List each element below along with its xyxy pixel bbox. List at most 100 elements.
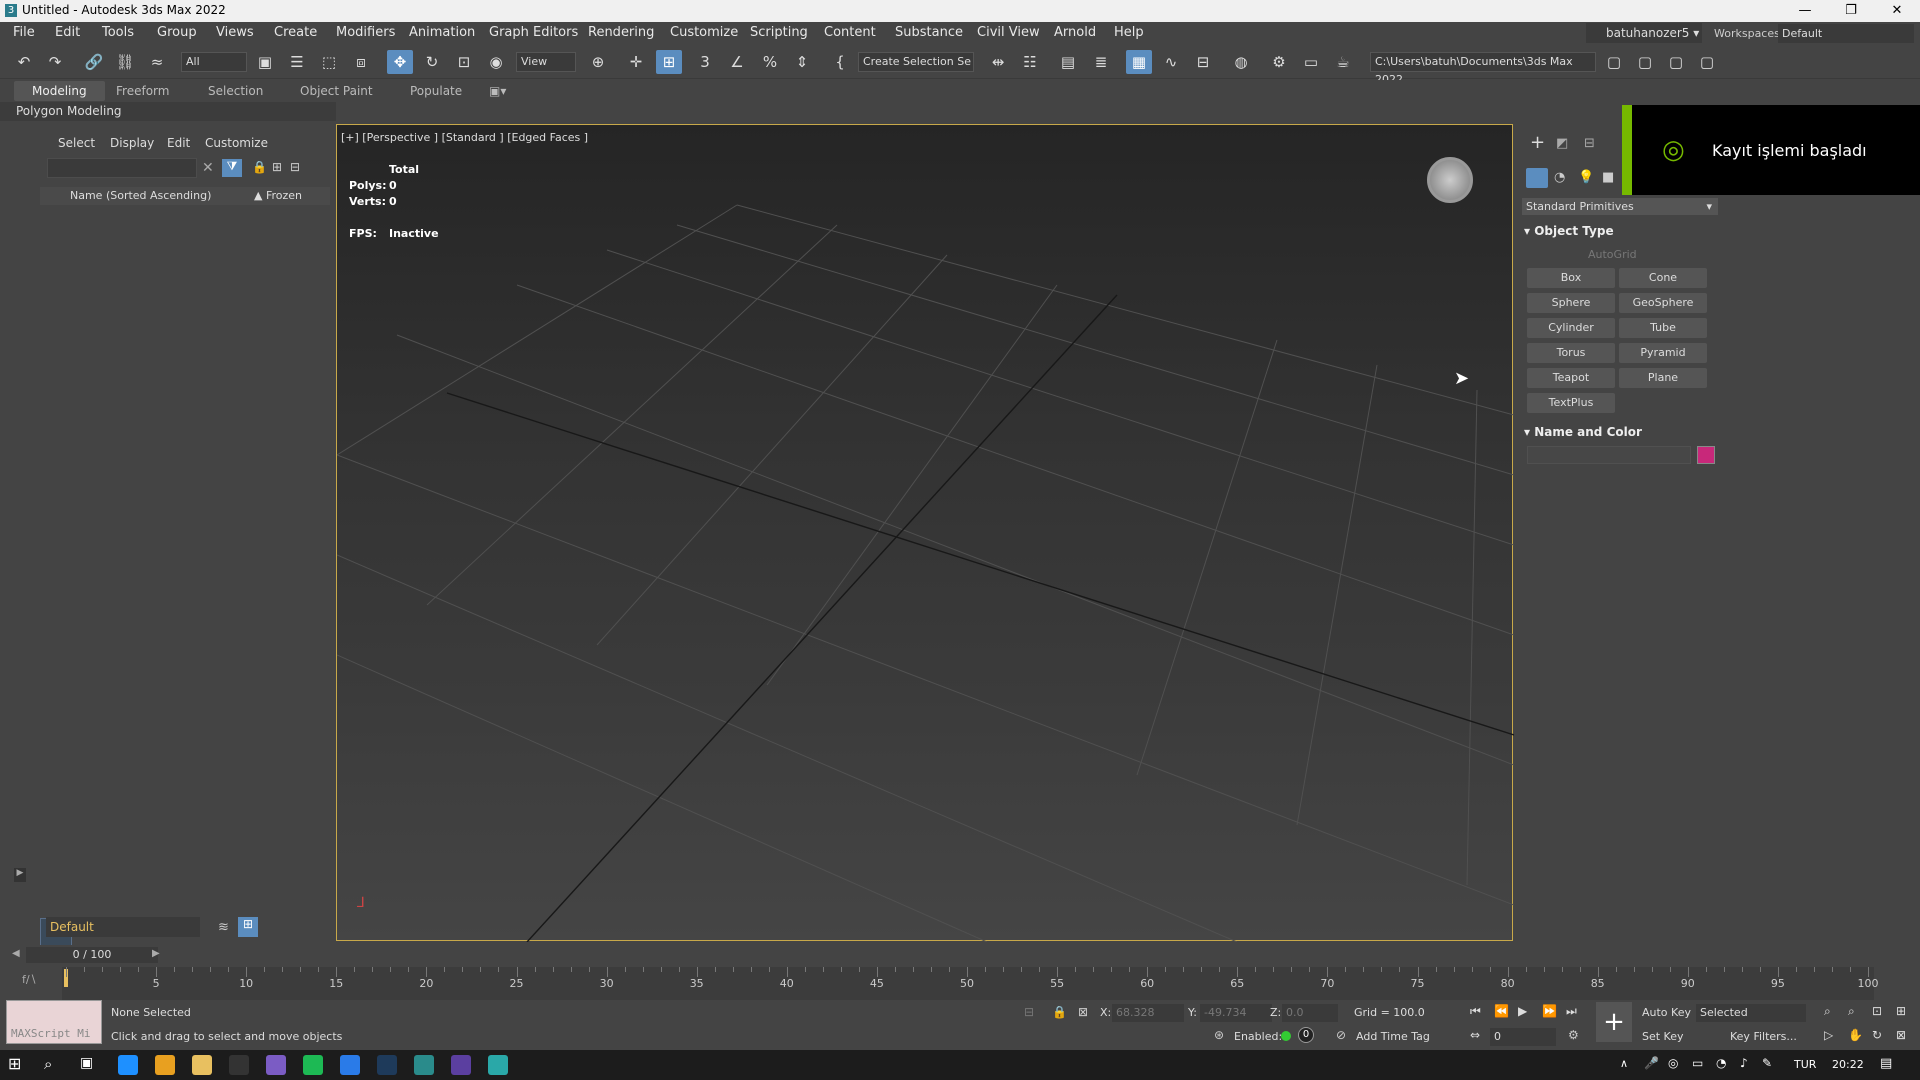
- zoom-extents-icon[interactable]: ⊡: [1872, 1004, 1882, 1018]
- menu-tools[interactable]: Tools: [102, 25, 134, 40]
- shapes-category-icon[interactable]: ◔: [1554, 170, 1565, 185]
- battery-icon[interactable]: ▭: [1692, 1056, 1703, 1070]
- rendered-frame-window-icon[interactable]: ▭: [1298, 50, 1324, 74]
- select-place-icon[interactable]: ◉: [483, 50, 509, 74]
- pan-icon[interactable]: ✋: [1848, 1028, 1863, 1042]
- toggle-ribbon-icon[interactable]: ▦: [1126, 50, 1152, 74]
- prev-key-icon[interactable]: ⏪: [1494, 1004, 1509, 1018]
- scene-menu-customize[interactable]: Customize: [205, 136, 268, 150]
- chrome-icon[interactable]: [155, 1055, 175, 1075]
- set-key-button[interactable]: Set Key: [1642, 1030, 1684, 1043]
- input-language[interactable]: TUR: [1794, 1058, 1816, 1071]
- tray-chevron-icon[interactable]: ∧: [1620, 1057, 1628, 1070]
- snaps-toggle-icon[interactable]: 3: [692, 50, 718, 74]
- pen-icon[interactable]: ✎: [1762, 1056, 1772, 1070]
- time-slider[interactable]: 0 / 100: [26, 947, 158, 963]
- z-coordinate-field[interactable]: 0.0: [1282, 1004, 1338, 1022]
- scene-menu-select[interactable]: Select: [58, 136, 95, 150]
- close-button[interactable]: ✕: [1874, 0, 1920, 22]
- material-editor-icon[interactable]: ◍: [1228, 50, 1254, 74]
- menu-rendering[interactable]: Rendering: [588, 25, 654, 40]
- geometry-category-icon[interactable]: [1526, 168, 1548, 188]
- pyramid-button[interactable]: Pyramid: [1619, 343, 1707, 363]
- mirror-icon[interactable]: ⇹: [985, 50, 1011, 74]
- volume-icon[interactable]: ♪: [1740, 1056, 1748, 1070]
- align-icon[interactable]: ☷: [1017, 50, 1043, 74]
- set-keys-icon[interactable]: +: [1596, 1002, 1632, 1042]
- angle-snap-icon[interactable]: ∠: [724, 50, 750, 74]
- polygon-modeling-panel[interactable]: Polygon Modeling: [0, 102, 336, 121]
- clock[interactable]: 20:22: [1832, 1058, 1864, 1071]
- menu-civil-view[interactable]: Civil View: [977, 25, 1040, 40]
- project-icon-4[interactable]: ▢: [1694, 50, 1720, 74]
- x-coordinate-field[interactable]: 68.328: [1112, 1004, 1184, 1022]
- key-filters-button[interactable]: Key Filters...: [1730, 1030, 1797, 1043]
- menu-create[interactable]: Create: [274, 25, 317, 40]
- zoom-all-icon[interactable]: ⌕: [1848, 1004, 1855, 1019]
- select-manipulate-icon[interactable]: ✛: [623, 50, 649, 74]
- tube-button[interactable]: Tube: [1619, 318, 1707, 338]
- spinner-snap-icon[interactable]: ⇕: [789, 50, 815, 74]
- cameras-category-icon[interactable]: ■: [1602, 170, 1614, 185]
- microphone-icon[interactable]: 🎤: [1644, 1056, 1659, 1070]
- tab-populate[interactable]: Populate: [410, 84, 462, 98]
- 3dsmax-icon[interactable]: [414, 1055, 434, 1075]
- project-path-dropdown[interactable]: C:\Users\batuh\Documents\3ds Max 2022: [1370, 52, 1596, 86]
- spotify-icon[interactable]: [303, 1055, 323, 1075]
- scene-menu-display[interactable]: Display: [110, 136, 154, 150]
- layer-manager-icon[interactable]: ⊞: [238, 917, 258, 937]
- edit-named-selection-icon[interactable]: {: [827, 50, 853, 74]
- key-selection-dropdown[interactable]: Selected: [1696, 1004, 1806, 1022]
- keyboard-shortcut-override-icon[interactable]: ⊞: [656, 50, 682, 74]
- menu-content[interactable]: Content: [824, 25, 876, 40]
- minimize-button[interactable]: —: [1782, 0, 1828, 22]
- expand-panel-icon[interactable]: ▶: [14, 868, 26, 882]
- menu-group[interactable]: Group: [157, 25, 197, 40]
- reference-coord-dropdown[interactable]: View: [516, 52, 576, 72]
- hierarchy-icon[interactable]: ⊞: [272, 160, 282, 174]
- menu-help[interactable]: Help: [1114, 25, 1144, 40]
- maximize-viewport-icon[interactable]: ⊠: [1896, 1028, 1906, 1042]
- play-icon[interactable]: ▶: [1518, 1004, 1527, 1018]
- user-account-button[interactable]: batuhanozer5 ▾: [1586, 23, 1702, 43]
- name-and-color-rollout[interactable]: ▾ Name and Color: [1524, 425, 1642, 439]
- menu-graph-editors[interactable]: Graph Editors: [489, 25, 578, 40]
- time-config-icon[interactable]: ⚙: [1568, 1028, 1579, 1042]
- named-selection-dropdown[interactable]: Create Selection Se: [858, 52, 974, 72]
- sphere-button[interactable]: Sphere: [1527, 293, 1615, 313]
- menu-arnold[interactable]: Arnold: [1054, 25, 1096, 40]
- bind-space-warp-icon[interactable]: ≈: [144, 50, 170, 74]
- plane-button[interactable]: Plane: [1619, 368, 1707, 388]
- layer-explorer-icon[interactable]: ≣: [1088, 50, 1114, 74]
- goto-end-icon[interactable]: ⏭: [1566, 1004, 1577, 1019]
- lights-category-icon[interactable]: 💡: [1578, 170, 1594, 185]
- search-icon[interactable]: ⌕: [44, 1055, 52, 1073]
- vscode-icon[interactable]: [451, 1055, 471, 1075]
- task-view-icon[interactable]: ▣: [80, 1055, 93, 1071]
- windows-start-icon[interactable]: ⊞: [8, 1054, 21, 1073]
- current-frame-field[interactable]: 0: [1490, 1028, 1556, 1046]
- menu-substance[interactable]: Substance: [895, 25, 963, 40]
- notifications-icon[interactable]: ▤: [1880, 1056, 1892, 1071]
- geosphere-button[interactable]: GeoSphere: [1619, 293, 1707, 313]
- selection-lock-icon[interactable]: 🔒: [1052, 1005, 1067, 1019]
- prev-frame-icon[interactable]: ◀: [12, 948, 20, 959]
- project-icon-2[interactable]: ▢: [1632, 50, 1658, 74]
- file-explorer-icon[interactable]: [192, 1055, 212, 1075]
- unlink-icon[interactable]: ⛓: [112, 50, 138, 74]
- lock-icon[interactable]: 🔒: [252, 160, 267, 174]
- link-icon[interactable]: 🔗: [81, 50, 107, 74]
- goto-start-icon[interactable]: ⏮: [1470, 1004, 1481, 1019]
- viewport-label[interactable]: [+] [Perspective ] [Standard ] [Edged Fa…: [341, 131, 588, 144]
- menu-animation[interactable]: Animation: [409, 25, 475, 40]
- photoshop-icon[interactable]: [377, 1055, 397, 1075]
- primitives-dropdown[interactable]: Standard Primitives ▾: [1522, 198, 1718, 215]
- enabled-indicator-icon[interactable]: [1281, 1031, 1291, 1041]
- menu-scripting[interactable]: Scripting: [750, 25, 808, 40]
- select-move-icon[interactable]: ✥: [387, 50, 413, 74]
- viewcube-icon[interactable]: [1427, 157, 1473, 203]
- add-time-tag[interactable]: Add Time Tag: [1356, 1030, 1430, 1043]
- perspective-viewport[interactable]: [+] [Perspective ] [Standard ] [Edged Fa…: [336, 124, 1514, 942]
- redo-icon[interactable]: ↷: [42, 50, 68, 74]
- fov-icon[interactable]: ▷: [1824, 1028, 1833, 1042]
